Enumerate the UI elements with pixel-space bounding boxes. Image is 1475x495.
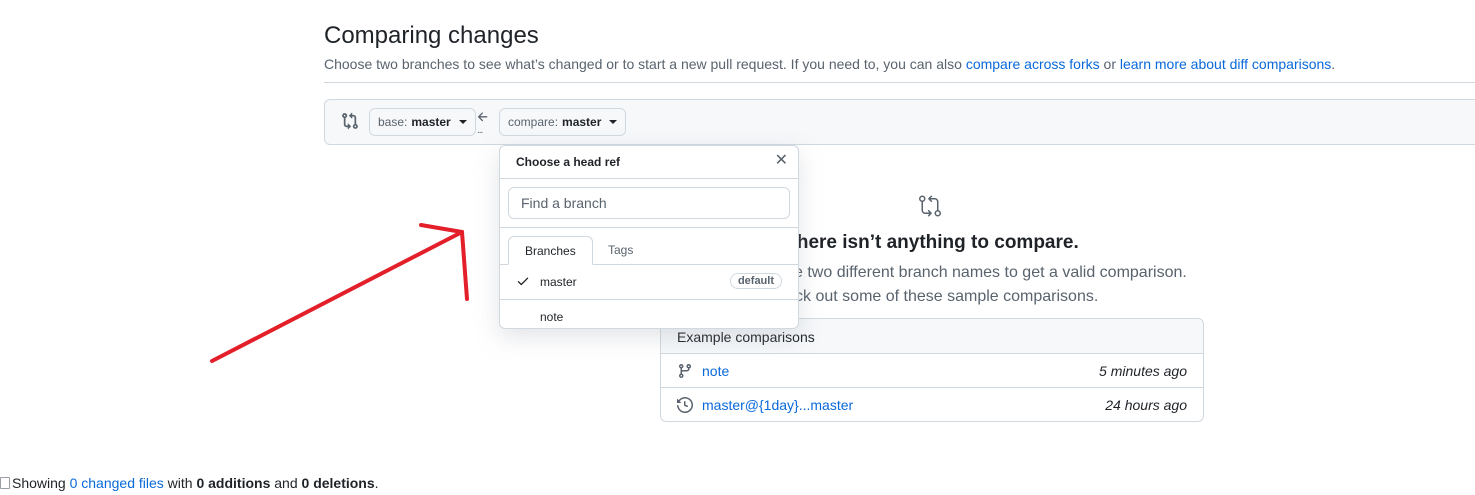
arrow-left-icon	[477, 112, 488, 122]
find-branch-input[interactable]	[508, 187, 790, 219]
learn-more-link[interactable]: learn more about diff comparisons	[1120, 56, 1331, 72]
diff-summary: Showing 0 changed files with 0 additions…	[0, 475, 379, 491]
history-icon	[677, 397, 693, 413]
subtitle-text: Choose two branches to see what’s change…	[324, 56, 966, 72]
header-divider	[324, 82, 1475, 83]
summary-prefix: Showing	[12, 475, 70, 491]
annotation-arrow-head-right	[460, 230, 469, 301]
compare-across-forks-link[interactable]: compare across forks	[966, 56, 1100, 72]
git-compare-icon	[342, 112, 358, 130]
caret-down-icon	[609, 120, 618, 124]
git-branch-icon	[678, 364, 691, 379]
example-row: note 5 minutes ago	[661, 354, 1203, 388]
range-separator: ...	[474, 109, 492, 136]
selector-title: Choose a head ref	[516, 155, 621, 169]
page-title: Comparing changes	[324, 22, 539, 49]
base-branch-button[interactable]: base: master	[369, 108, 476, 136]
file-icon	[0, 477, 10, 489]
check-icon	[517, 277, 529, 286]
ref-item-master[interactable]: master default	[500, 265, 798, 300]
caret-down-icon	[458, 120, 467, 124]
subtitle-or: or	[1099, 56, 1120, 72]
range-editor: base: master ... compare: master	[324, 99, 1475, 145]
head-ref-selector: Choose a head ref ✕ Branches Tags master…	[499, 145, 799, 329]
compare-label: compare:	[508, 115, 559, 129]
subtitle-end: .	[1331, 56, 1336, 72]
page-subtitle: Choose two branches to see what’s change…	[324, 56, 1335, 72]
compare-branch-name: master	[562, 115, 602, 129]
ref-type-tabs: Branches Tags	[500, 228, 798, 265]
close-icon[interactable]: ✕	[775, 153, 788, 169]
example-timestamp: 24 hours ago	[1105, 397, 1187, 413]
tab-tags[interactable]: Tags	[592, 236, 649, 264]
summary-with: with	[163, 475, 197, 491]
base-label: base:	[378, 115, 408, 129]
default-badge: default	[729, 273, 782, 289]
example-timestamp: 5 minutes ago	[1099, 363, 1187, 379]
selector-filter	[500, 179, 798, 228]
compare-branch-button[interactable]: compare: master	[499, 108, 627, 136]
deletions-count: 0 deletions	[301, 475, 375, 491]
ref-item-label: master	[540, 275, 577, 289]
tab-branches[interactable]: Branches	[508, 236, 593, 265]
example-row: master@{1day}...master 24 hours ago	[661, 388, 1203, 421]
example-link-master-1day[interactable]: master@{1day}...master	[702, 397, 853, 413]
example-link-note[interactable]: note	[702, 363, 729, 379]
changed-files-link[interactable]: 0 changed files	[70, 475, 164, 491]
summary-end: .	[374, 475, 379, 491]
summary-and: and	[270, 475, 302, 491]
annotation-arrow-shaft	[210, 230, 464, 363]
annotation-arrow-head-left	[419, 223, 464, 234]
selector-header: Choose a head ref ✕	[500, 146, 798, 179]
git-compare-icon	[919, 195, 941, 217]
base-branch-name: master	[411, 115, 451, 129]
additions-count: 0 additions	[196, 475, 271, 491]
ref-item-label: note	[540, 310, 564, 324]
ref-item-note[interactable]: note	[500, 300, 798, 334]
range-dots: ...	[477, 125, 483, 136]
